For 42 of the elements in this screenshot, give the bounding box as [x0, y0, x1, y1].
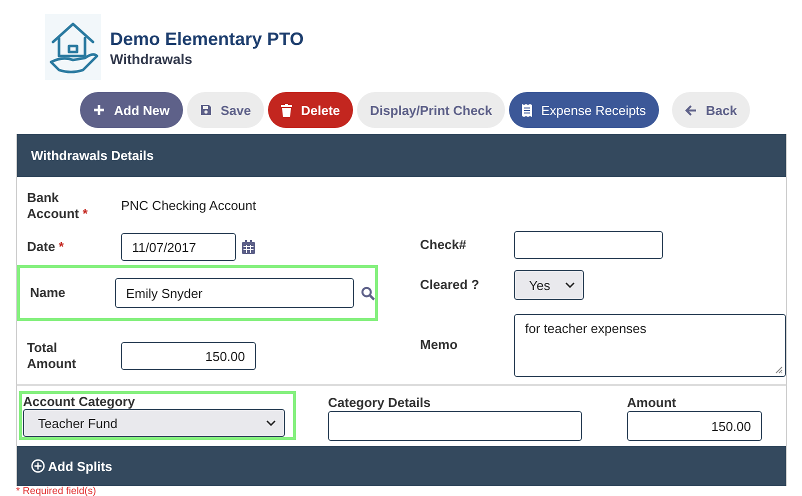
bank-account-value: PNC Checking Account: [121, 198, 256, 213]
field-label: Name: [30, 285, 66, 301]
field-label: Account Category: [23, 395, 136, 409]
field-label: Total Amount: [27, 340, 78, 372]
resize-grip-icon: [774, 364, 783, 374]
field-label: Date *: [27, 239, 65, 255]
calendar-icon[interactable]: [242, 240, 255, 254]
toolbar-button[interactable]: Save: [186, 92, 264, 128]
toolbar-button[interactable]: Expense Receipts: [509, 92, 659, 128]
toolbar-button[interactable]: Add New: [80, 92, 183, 128]
date-field[interactable]: 11/07/2017: [121, 233, 236, 261]
field-label: Bank Account *: [27, 190, 89, 222]
category-details-field[interactable]: [328, 411, 582, 441]
cleared-select[interactable]: Yes: [514, 270, 584, 300]
chevron-down-icon: [565, 282, 575, 288]
left-arrow-icon: [684, 104, 697, 116]
org-title: Demo Elementary PTO: [110, 29, 304, 50]
field-label: Amount: [627, 396, 678, 410]
back-button[interactable]: Back: [672, 92, 750, 128]
receipt-icon: [522, 104, 532, 116]
field-label: Cleared ?: [420, 277, 480, 293]
total-amount-field[interactable]: 150.00: [121, 342, 256, 370]
page-subtitle: Withdrawals: [110, 51, 194, 67]
chevron-down-icon: [266, 420, 276, 426]
field-label: Check#: [420, 237, 468, 253]
toolbar-button[interactable]: Display/Print Check: [357, 92, 506, 128]
toolbar-button[interactable]: Delete: [268, 92, 354, 128]
check-number-field[interactable]: [514, 231, 663, 259]
plus-icon: [93, 104, 105, 116]
amount-field[interactable]: 150.00: [627, 411, 762, 441]
panel-header: Withdrawals Details: [17, 134, 786, 177]
field-label: Category Details: [328, 396, 432, 410]
memo-field[interactable]: for teacher expenses: [514, 314, 786, 376]
trash-icon: [281, 104, 292, 116]
add-splits-button[interactable]: Add Splits: [17, 446, 786, 486]
account-category-select[interactable]: Teacher Fund: [23, 409, 285, 437]
plus-circle-icon: [31, 459, 45, 473]
name-field[interactable]: Emily Snyder: [114, 278, 354, 308]
field-label: Memo: [420, 337, 459, 353]
house-in-hand-logo: [45, 14, 101, 80]
required-fields-note: * Required field(s): [15, 486, 98, 496]
search-icon[interactable]: [360, 286, 375, 300]
